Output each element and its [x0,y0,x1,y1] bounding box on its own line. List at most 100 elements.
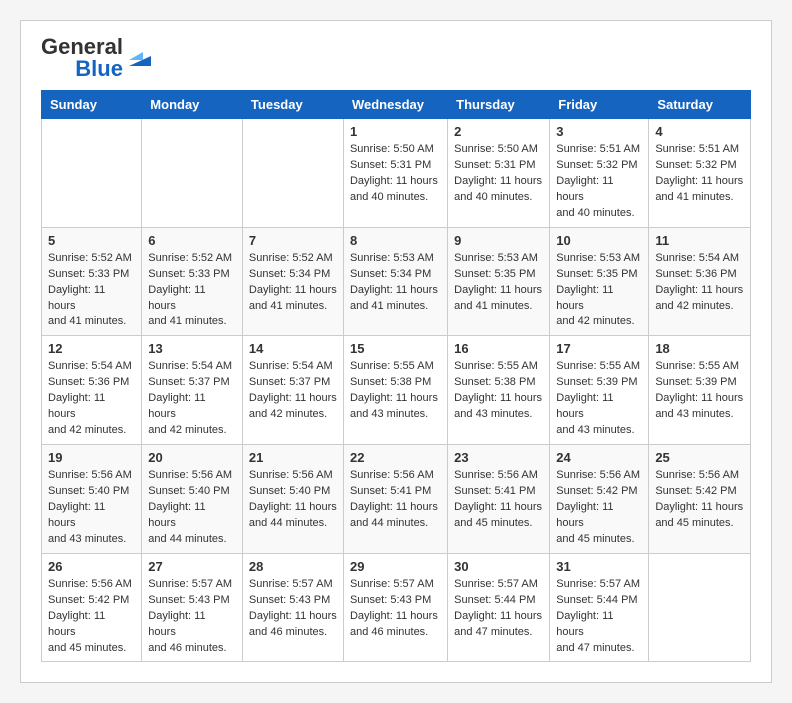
day-number: 2 [454,124,543,139]
logo-icon [129,48,151,71]
day-info: Sunrise: 5:56 AM Sunset: 5:41 PM Dayligh… [350,468,441,532]
day-info: Sunrise: 5:52 AM Sunset: 5:33 PM Dayligh… [48,251,135,331]
day-cell: 5 Sunrise: 5:52 AM Sunset: 5:33 PM Daylig… [42,227,142,336]
day-number: 4 [655,124,744,139]
day-number: 12 [48,341,135,356]
day-cell [142,119,243,228]
day-number: 20 [148,450,236,465]
week-row-3: 12 Sunrise: 5:54 AM Sunset: 5:36 PM Dayli… [42,336,751,445]
day-cell: 24 Sunrise: 5:56 AM Sunset: 5:42 PM Dayli… [550,445,649,554]
day-cell: 17 Sunrise: 5:55 AM Sunset: 5:39 PM Dayli… [550,336,649,445]
day-number: 17 [556,341,642,356]
day-number: 30 [454,559,543,574]
day-number: 1 [350,124,441,139]
day-info: Sunrise: 5:54 AM Sunset: 5:36 PM Dayligh… [48,359,135,439]
weekday-header-thursday: Thursday [448,91,550,119]
day-info: Sunrise: 5:56 AM Sunset: 5:42 PM Dayligh… [655,468,744,532]
day-number: 22 [350,450,441,465]
logo: General Blue [41,36,151,80]
day-info: Sunrise: 5:51 AM Sunset: 5:32 PM Dayligh… [556,142,642,222]
day-number: 28 [249,559,337,574]
day-number: 14 [249,341,337,356]
week-row-4: 19 Sunrise: 5:56 AM Sunset: 5:40 PM Dayli… [42,445,751,554]
day-cell: 19 Sunrise: 5:56 AM Sunset: 5:40 PM Dayli… [42,445,142,554]
day-info: Sunrise: 5:56 AM Sunset: 5:40 PM Dayligh… [148,468,236,548]
day-number: 13 [148,341,236,356]
day-info: Sunrise: 5:54 AM Sunset: 5:36 PM Dayligh… [655,251,744,315]
day-info: Sunrise: 5:56 AM Sunset: 5:40 PM Dayligh… [249,468,337,532]
weekday-header-wednesday: Wednesday [343,91,447,119]
day-info: Sunrise: 5:55 AM Sunset: 5:38 PM Dayligh… [350,359,441,423]
day-info: Sunrise: 5:55 AM Sunset: 5:38 PM Dayligh… [454,359,543,423]
day-number: 31 [556,559,642,574]
day-cell: 1 Sunrise: 5:50 AM Sunset: 5:31 PM Daylig… [343,119,447,228]
day-number: 26 [48,559,135,574]
day-number: 15 [350,341,441,356]
day-info: Sunrise: 5:57 AM Sunset: 5:43 PM Dayligh… [148,577,236,657]
weekday-header-row: SundayMondayTuesdayWednesdayThursdayFrid… [42,91,751,119]
day-info: Sunrise: 5:56 AM Sunset: 5:42 PM Dayligh… [556,468,642,548]
day-info: Sunrise: 5:55 AM Sunset: 5:39 PM Dayligh… [556,359,642,439]
weekday-header-monday: Monday [142,91,243,119]
day-cell: 4 Sunrise: 5:51 AM Sunset: 5:32 PM Daylig… [649,119,751,228]
day-number: 19 [48,450,135,465]
day-cell: 25 Sunrise: 5:56 AM Sunset: 5:42 PM Dayli… [649,445,751,554]
header: General Blue [41,36,751,80]
day-number: 27 [148,559,236,574]
day-cell: 3 Sunrise: 5:51 AM Sunset: 5:32 PM Daylig… [550,119,649,228]
day-number: 21 [249,450,337,465]
day-info: Sunrise: 5:56 AM Sunset: 5:41 PM Dayligh… [454,468,543,532]
day-cell [42,119,142,228]
day-number: 16 [454,341,543,356]
day-info: Sunrise: 5:56 AM Sunset: 5:42 PM Dayligh… [48,577,135,657]
day-number: 18 [655,341,744,356]
day-cell: 9 Sunrise: 5:53 AM Sunset: 5:35 PM Daylig… [448,227,550,336]
day-number: 24 [556,450,642,465]
day-info: Sunrise: 5:51 AM Sunset: 5:32 PM Dayligh… [655,142,744,206]
week-row-5: 26 Sunrise: 5:56 AM Sunset: 5:42 PM Dayli… [42,553,751,662]
day-cell [242,119,343,228]
day-number: 5 [48,233,135,248]
day-cell: 18Sunrise: 5:55 AM Sunset: 5:39 PM Dayli… [649,336,751,445]
day-info: Sunrise: 5:57 AM Sunset: 5:44 PM Dayligh… [454,577,543,641]
day-cell: 23Sunrise: 5:56 AM Sunset: 5:41 PM Dayli… [448,445,550,554]
day-info: Sunrise: 5:54 AM Sunset: 5:37 PM Dayligh… [148,359,236,439]
day-info: Sunrise: 5:57 AM Sunset: 5:43 PM Dayligh… [249,577,337,641]
day-cell: 22 Sunrise: 5:56 AM Sunset: 5:41 PM Dayli… [343,445,447,554]
day-cell: 29 Sunrise: 5:57 AM Sunset: 5:43 PM Dayli… [343,553,447,662]
day-cell: 30 Sunrise: 5:57 AM Sunset: 5:44 PM Dayli… [448,553,550,662]
day-cell: 20 Sunrise: 5:56 AM Sunset: 5:40 PM Dayli… [142,445,243,554]
day-info: Sunrise: 5:53 AM Sunset: 5:35 PM Dayligh… [454,251,543,315]
day-cell: 8Sunrise: 5:53 AM Sunset: 5:34 PM Daylig… [343,227,447,336]
day-cell: 13 Sunrise: 5:54 AM Sunset: 5:37 PM Dayli… [142,336,243,445]
day-info: Sunrise: 5:57 AM Sunset: 5:44 PM Dayligh… [556,577,642,657]
day-number: 10 [556,233,642,248]
day-cell: 11Sunrise: 5:54 AM Sunset: 5:36 PM Dayli… [649,227,751,336]
day-cell: 16 Sunrise: 5:55 AM Sunset: 5:38 PM Dayli… [448,336,550,445]
day-cell: 28 Sunrise: 5:57 AM Sunset: 5:43 PM Dayli… [242,553,343,662]
day-cell: 7Sunrise: 5:52 AM Sunset: 5:34 PM Daylig… [242,227,343,336]
day-cell: 6 Sunrise: 5:52 AM Sunset: 5:33 PM Daylig… [142,227,243,336]
day-info: Sunrise: 5:50 AM Sunset: 5:31 PM Dayligh… [454,142,543,206]
day-number: 8 [350,233,441,248]
day-info: Sunrise: 5:57 AM Sunset: 5:43 PM Dayligh… [350,577,441,641]
day-cell [649,553,751,662]
day-info: Sunrise: 5:56 AM Sunset: 5:40 PM Dayligh… [48,468,135,548]
week-row-2: 5 Sunrise: 5:52 AM Sunset: 5:33 PM Daylig… [42,227,751,336]
day-info: Sunrise: 5:52 AM Sunset: 5:33 PM Dayligh… [148,251,236,331]
day-cell: 12 Sunrise: 5:54 AM Sunset: 5:36 PM Dayli… [42,336,142,445]
day-info: Sunrise: 5:54 AM Sunset: 5:37 PM Dayligh… [249,359,337,423]
logo-blue-text: Blue [75,58,123,80]
day-cell: 27 Sunrise: 5:57 AM Sunset: 5:43 PM Dayli… [142,553,243,662]
day-number: 9 [454,233,543,248]
calendar-container: General Blue SundayMondayTuesdayWednesda… [20,20,772,683]
day-info: Sunrise: 5:50 AM Sunset: 5:31 PM Dayligh… [350,142,441,206]
weekday-header-tuesday: Tuesday [242,91,343,119]
day-number: 25 [655,450,744,465]
weekday-header-saturday: Saturday [649,91,751,119]
weekday-header-sunday: Sunday [42,91,142,119]
day-number: 3 [556,124,642,139]
day-number: 6 [148,233,236,248]
day-cell: 31 Sunrise: 5:57 AM Sunset: 5:44 PM Dayli… [550,553,649,662]
day-number: 29 [350,559,441,574]
